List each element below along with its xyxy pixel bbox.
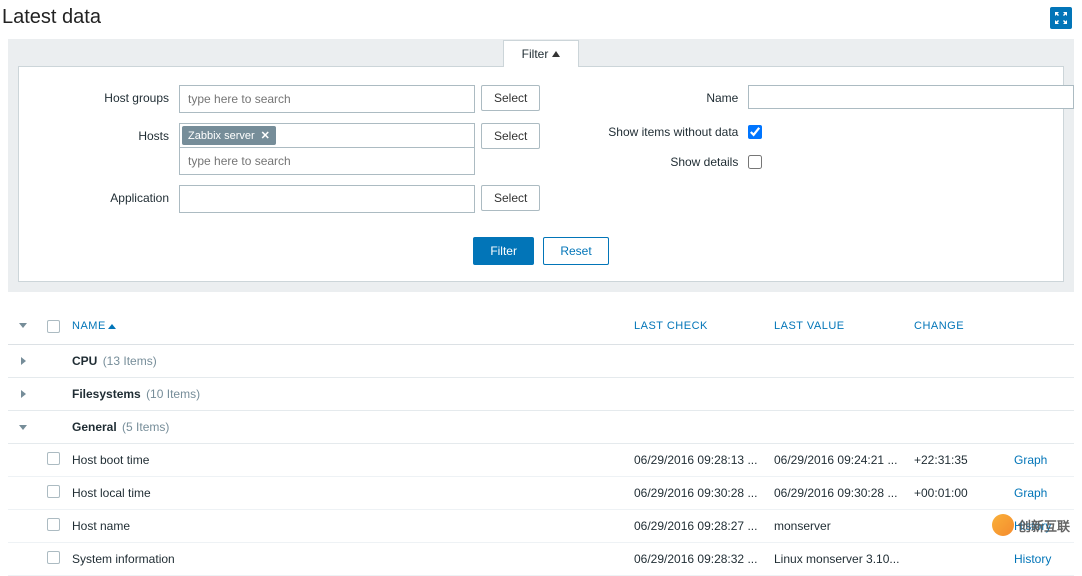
host-groups-input[interactable] — [179, 85, 475, 113]
table-row: Host name 06/29/2016 09:28:27 ... monser… — [8, 510, 1074, 543]
expand-toggle[interactable] — [8, 387, 38, 401]
application-label: Application — [39, 185, 179, 205]
group-name: CPU — [72, 354, 97, 368]
graph-link[interactable]: Graph — [1014, 453, 1047, 467]
chevron-up-icon — [552, 51, 560, 57]
item-name: System information — [68, 552, 634, 566]
application-select-button[interactable]: Select — [481, 185, 540, 211]
column-change-header[interactable]: CHANGE — [914, 320, 1014, 336]
history-link[interactable]: History — [1014, 552, 1051, 566]
name-input[interactable] — [748, 85, 1074, 109]
host-groups-search[interactable] — [182, 88, 472, 110]
select-all-checkbox[interactable] — [47, 320, 60, 333]
show-without-data-label: Show items without data — [580, 119, 748, 139]
hosts-label: Hosts — [39, 123, 179, 143]
item-name: Host local time — [68, 486, 634, 500]
watermark: 创新互联 — [992, 514, 1070, 536]
group-name: General — [72, 420, 117, 434]
item-name: Host name — [68, 519, 634, 533]
table-row: Host local time 06/29/2016 09:30:28 ... … — [8, 477, 1074, 510]
graph-link[interactable]: Graph — [1014, 486, 1047, 500]
column-last-check-header[interactable]: LAST CHECK — [634, 320, 774, 336]
reset-button[interactable]: Reset — [543, 237, 608, 265]
table-header: NAME LAST CHECK LAST VALUE CHANGE — [8, 312, 1074, 345]
filter-tab-label: Filter — [522, 47, 549, 61]
table-row: Host boot time 06/29/2016 09:28:13 ... 0… — [8, 444, 1074, 477]
expand-all-header[interactable] — [8, 320, 38, 336]
item-last-value: 06/29/2016 09:24:21 ... — [774, 453, 914, 467]
item-last-value: 06/29/2016 09:30:28 ... — [774, 486, 914, 500]
group-count: (13 Items) — [103, 354, 157, 368]
item-change: +00:01:00 — [914, 486, 1014, 500]
group-row-filesystems: Filesystems (10 Items) — [8, 378, 1074, 411]
group-name: Filesystems — [72, 387, 141, 401]
filter-button[interactable]: Filter — [473, 237, 534, 265]
item-change: +22:31:35 — [914, 453, 1014, 467]
show-without-data-checkbox[interactable] — [748, 125, 762, 139]
item-last-check: 06/29/2016 09:28:27 ... — [634, 519, 774, 533]
row-checkbox[interactable] — [47, 518, 60, 531]
fullscreen-icon — [1055, 12, 1067, 24]
row-checkbox[interactable] — [47, 551, 60, 564]
group-row-general: General (5 Items) — [8, 411, 1074, 444]
item-name: Host boot time — [68, 453, 634, 467]
remove-host-icon[interactable]: ✕ — [261, 129, 270, 142]
hosts-input[interactable]: Zabbix server ✕ — [179, 123, 475, 148]
hosts-search-wrap[interactable] — [179, 148, 475, 175]
hosts-select-button[interactable]: Select — [481, 123, 540, 149]
host-groups-select-button[interactable]: Select — [481, 85, 540, 111]
item-last-check: 06/29/2016 09:30:28 ... — [634, 486, 774, 500]
filter-toggle-tab[interactable]: Filter — [503, 40, 580, 67]
item-last-check: 06/29/2016 09:28:13 ... — [634, 453, 774, 467]
watermark-logo-icon — [992, 514, 1014, 536]
show-details-checkbox[interactable] — [748, 155, 762, 169]
item-last-value: Linux monserver 3.10... — [774, 552, 914, 566]
application-input[interactable] — [179, 185, 475, 213]
name-label: Name — [580, 85, 748, 105]
page-title: Latest data — [2, 6, 101, 29]
host-groups-label: Host groups — [39, 85, 179, 105]
row-checkbox[interactable] — [47, 452, 60, 465]
sort-asc-icon — [108, 324, 116, 329]
item-last-value: monserver — [774, 519, 914, 533]
table-row: System information 06/29/2016 09:28:32 .… — [8, 543, 1074, 576]
show-details-label: Show details — [580, 149, 748, 169]
application-field[interactable] — [182, 188, 472, 210]
group-count: (5 Items) — [122, 420, 169, 434]
collapse-toggle[interactable] — [8, 420, 38, 434]
hosts-search[interactable] — [182, 150, 472, 172]
expand-toggle[interactable] — [8, 354, 38, 368]
group-row-cpu: CPU (13 Items) — [8, 345, 1074, 378]
watermark-text: 创新互联 — [1018, 516, 1070, 535]
hosts-selected-label: Zabbix server — [188, 130, 255, 142]
item-last-check: 06/29/2016 09:28:32 ... — [634, 552, 774, 566]
column-last-value-header[interactable]: LAST VALUE — [774, 320, 914, 336]
group-count: (10 Items) — [146, 387, 200, 401]
row-checkbox[interactable] — [47, 485, 60, 498]
fullscreen-button[interactable] — [1050, 7, 1072, 29]
column-name-header[interactable]: NAME — [68, 320, 634, 336]
hosts-selected-tag[interactable]: Zabbix server ✕ — [182, 126, 276, 145]
